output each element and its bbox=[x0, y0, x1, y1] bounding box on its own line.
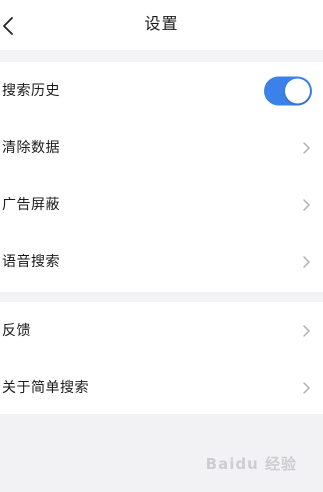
setting-label-search-history: 搜索历史 bbox=[2, 82, 60, 99]
setting-label-ad-block: 广告屏蔽 bbox=[2, 196, 60, 213]
setting-row-ad-block[interactable]: 广告屏蔽 bbox=[0, 176, 323, 233]
setting-row-search-history[interactable]: 搜索历史 bbox=[0, 62, 323, 119]
setting-label-about: 关于简单搜索 bbox=[2, 379, 89, 396]
search-history-toggle[interactable] bbox=[264, 76, 312, 105]
chevron-right-icon bbox=[301, 141, 311, 155]
settings-group-1: 搜索历史 清除数据 广告屏蔽 语音搜索 bbox=[0, 62, 323, 292]
setting-row-about[interactable]: 关于简单搜索 bbox=[0, 359, 323, 416]
chevron-right-icon bbox=[301, 324, 311, 338]
top-bar: 设置 bbox=[0, 0, 323, 50]
chevron-right-icon bbox=[301, 255, 311, 269]
setting-label-voice-search: 语音搜索 bbox=[2, 253, 60, 270]
baidu-jingyan-watermark: Baidu 经验 bbox=[205, 455, 297, 473]
chevron-right-icon bbox=[301, 198, 311, 212]
toggle-knob bbox=[285, 78, 310, 103]
page-title: 设置 bbox=[144, 14, 179, 33]
setting-row-voice-search[interactable]: 语音搜索 bbox=[0, 233, 323, 290]
setting-row-clear-data[interactable]: 清除数据 bbox=[0, 119, 323, 176]
setting-label-clear-data: 清除数据 bbox=[2, 139, 60, 156]
chevron-right-icon bbox=[301, 381, 311, 395]
setting-label-feedback: 反馈 bbox=[2, 322, 31, 339]
settings-group-2: 反馈 关于简单搜索 bbox=[0, 302, 323, 414]
setting-row-feedback[interactable]: 反馈 bbox=[0, 302, 323, 359]
